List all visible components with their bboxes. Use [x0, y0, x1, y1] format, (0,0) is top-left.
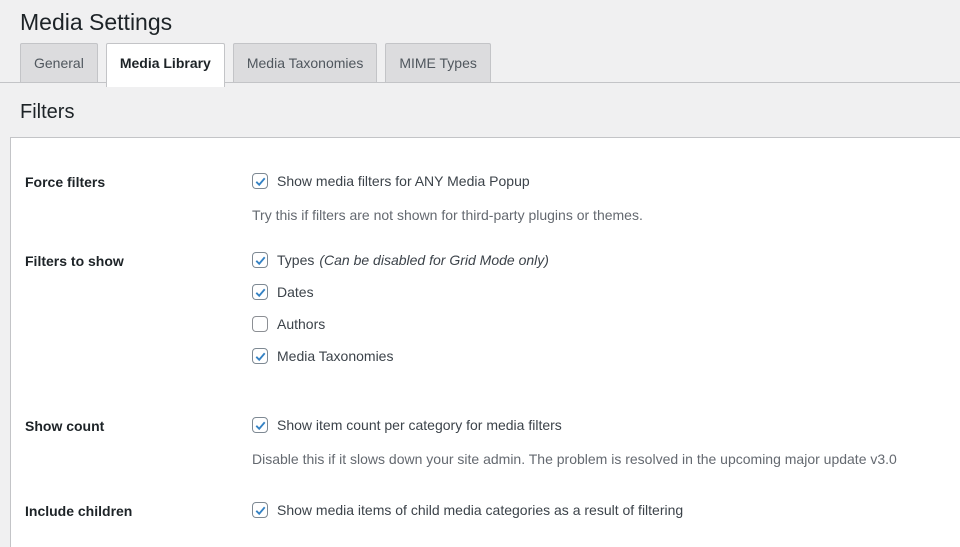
- checkbox-label: Show media filters for ANY Media Popup: [277, 171, 530, 192]
- checkbox-option-types[interactable]: Types (Can be disabled for Grid Mode onl…: [252, 250, 950, 271]
- checkbox-label: Media Taxonomies: [277, 346, 393, 367]
- setting-label: Show count: [25, 415, 252, 469]
- checkbox-label: Show item count per category for media f…: [277, 415, 562, 436]
- checkmark-icon: [254, 504, 267, 517]
- checkbox-label: Show media items of child media categori…: [277, 500, 683, 521]
- setting-content: Show item count per category for media f…: [252, 415, 950, 469]
- settings-tabs: General Media Library Media Taxonomies M…: [0, 37, 960, 83]
- checkmark-icon: [254, 419, 267, 432]
- checkbox-option-dates[interactable]: Dates: [252, 282, 950, 303]
- checkmark-icon: [254, 254, 267, 267]
- checkbox[interactable]: [252, 417, 268, 433]
- checkbox[interactable]: [252, 316, 268, 332]
- section-heading: Filters: [0, 83, 960, 137]
- page-title: Media Settings: [0, 0, 960, 37]
- media-settings-page: Media Settings General Media Library Med…: [0, 0, 960, 547]
- setting-content: Types (Can be disabled for Grid Mode onl…: [252, 250, 950, 367]
- filters-panel: Force filters Show media filters for ANY…: [10, 137, 960, 547]
- checkmark-icon: [254, 175, 267, 188]
- checkbox[interactable]: [252, 252, 268, 268]
- setting-label: Force filters: [25, 171, 252, 225]
- checkbox[interactable]: [252, 348, 268, 364]
- checkbox-option-include-children[interactable]: Show media items of child media categori…: [252, 500, 950, 521]
- checkbox-option-force-filters[interactable]: Show media filters for ANY Media Popup: [252, 171, 950, 192]
- setting-row-include-children: Include children Show media items of chi…: [11, 469, 960, 522]
- setting-content: Show media filters for ANY Media Popup T…: [252, 171, 950, 225]
- tab-general[interactable]: General: [20, 43, 98, 82]
- setting-description: Try this if filters are not shown for th…: [252, 205, 950, 225]
- checkmark-icon: [254, 286, 267, 299]
- checkbox-label: Dates: [277, 282, 314, 303]
- checkbox-note: (Can be disabled for Grid Mode only): [319, 250, 549, 271]
- setting-row-show-count: Show count Show item count per category …: [11, 367, 960, 469]
- setting-row-filters-to-show: Filters to show Types (Can be disabled f…: [11, 225, 960, 367]
- tab-media-library[interactable]: Media Library: [106, 43, 225, 87]
- checkbox-label: Types: [277, 250, 314, 271]
- tab-mime-types[interactable]: MIME Types: [385, 43, 491, 82]
- checkbox-option-show-count[interactable]: Show item count per category for media f…: [252, 415, 950, 436]
- setting-row-force-filters: Force filters Show media filters for ANY…: [11, 138, 960, 225]
- setting-content: Show media items of child media categori…: [252, 500, 950, 522]
- tab-media-taxonomies[interactable]: Media Taxonomies: [233, 43, 377, 82]
- checkbox-option-media-taxonomies[interactable]: Media Taxonomies: [252, 346, 950, 367]
- checkbox[interactable]: [252, 173, 268, 189]
- checkbox-label: Authors: [277, 314, 325, 335]
- checkbox[interactable]: [252, 284, 268, 300]
- checkbox-option-authors[interactable]: Authors: [252, 314, 950, 335]
- checkmark-icon: [254, 350, 267, 363]
- setting-label: Filters to show: [25, 250, 252, 367]
- checkbox[interactable]: [252, 502, 268, 518]
- setting-description: Disable this if it slows down your site …: [252, 449, 950, 469]
- setting-label: Include children: [25, 500, 252, 522]
